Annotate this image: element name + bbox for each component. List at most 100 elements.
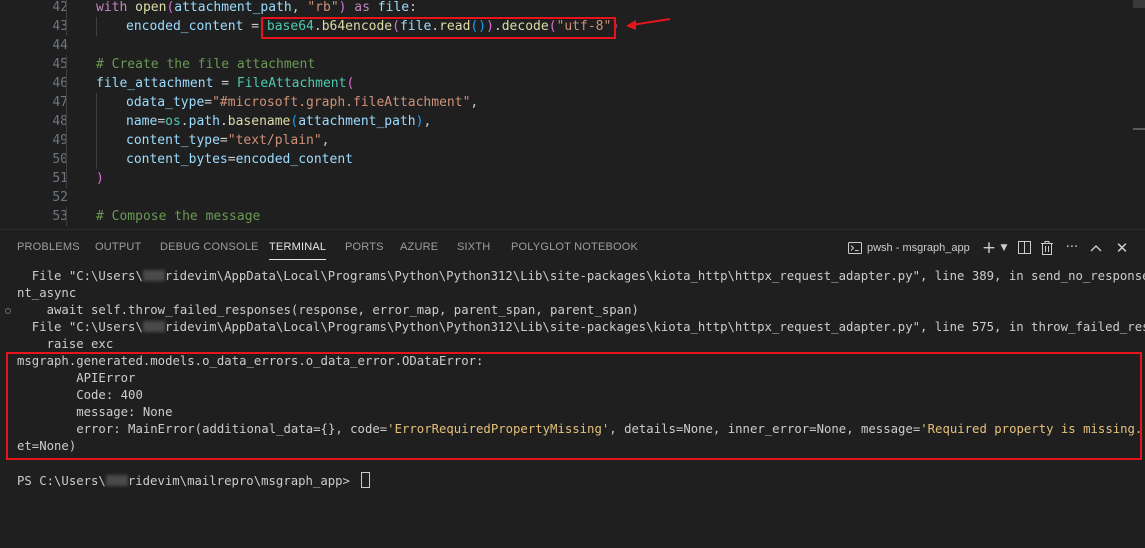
code-token: open [135, 0, 167, 15]
terminal-text: nt_async [17, 286, 77, 300]
code-text: odata_type="#microsoft.graph.fileAttachm… [126, 93, 478, 112]
indent-guide [96, 93, 97, 112]
indent-guide [66, 55, 67, 74]
code-token: = [157, 114, 166, 129]
indent-guide [66, 131, 67, 150]
code-line[interactable]: 46 file_attachment = FileAttachment( [0, 74, 1133, 93]
code-token: encoded_content [126, 19, 244, 34]
indent-guide [66, 93, 67, 112]
indent-guide [96, 131, 97, 150]
code-token: attachment_path [174, 0, 292, 15]
code-token: = [227, 152, 236, 167]
more-actions-button[interactable]: ··· [1063, 239, 1081, 257]
indent-guide [66, 0, 67, 17]
code-token: path [188, 114, 220, 129]
tab-polyglot-notebook[interactable]: POLYGLOT NOTEBOOK [511, 241, 638, 261]
tab-azure[interactable]: AZURE [400, 241, 438, 261]
indent-guide [66, 150, 67, 169]
terminal-name-label: pwsh - msgraph_app [867, 242, 970, 254]
terminal-line: File "C:\Users\ ridevim\AppData\Local\Pro… [17, 319, 1145, 336]
code-line[interactable]: 47 odata_type="#microsoft.graph.fileAttac… [0, 93, 1133, 112]
line-number: 43 [52, 19, 68, 34]
tab-output[interactable]: OUTPUT [95, 241, 141, 261]
close-icon: ✕ [1115, 239, 1129, 257]
code-line[interactable]: 42 with open(attachment_path, "rb") as fi… [0, 0, 1133, 17]
tab-ports[interactable]: PORTS [345, 241, 384, 261]
code-token: , [470, 95, 479, 110]
code-text: file_attachment = FileAttachment( [96, 74, 354, 93]
terminal-text: File "C:\Users\ [17, 269, 143, 283]
indent-guide [66, 74, 67, 93]
code-token: name [126, 114, 158, 129]
terminal-text: await self.throw_failed_responses(respon… [17, 303, 639, 317]
terminal-line: File "C:\Users\ ridevim\AppData\Local\Pro… [17, 268, 1145, 285]
code-line[interactable]: 52 [0, 188, 1133, 207]
code-line[interactable]: 53 # Compose the message [0, 207, 1133, 226]
command-decoration-icon[interactable] [5, 308, 11, 314]
terminal-text: ridevim\AppData\Local\Programs\Python\Py… [164, 320, 1145, 334]
code-text: # Create the file attachment [96, 55, 315, 74]
tab-sixth[interactable]: SIXTH [457, 241, 490, 261]
red-arrow-icon [626, 18, 671, 30]
chevron-up-icon [1090, 245, 1102, 252]
tab-problems[interactable]: PROBLEMS [17, 241, 80, 261]
code-text: content_bytes=encoded_content [126, 150, 353, 169]
code-token: = [213, 76, 237, 91]
indent-guide [66, 169, 67, 188]
code-token: "rb" [307, 0, 339, 15]
indent-guide [96, 17, 97, 36]
line-number: 49 [52, 133, 68, 148]
code-token: "text/plain" [227, 133, 322, 148]
code-token: . [180, 114, 189, 129]
code-line[interactable]: 48 name=os.path.basename(attachment_path)… [0, 112, 1133, 131]
redacted-username [142, 270, 165, 281]
code-editor[interactable]: 42 with open ( attachment_path, "rb") as fi… [0, 0, 1145, 229]
code-line[interactable]: 49 content_type="text/plain", [0, 131, 1133, 150]
code-token: os [165, 114, 181, 129]
terminal-text: raise exc [17, 337, 114, 351]
code-token: content_type [126, 133, 220, 148]
code-highlight-box [261, 17, 616, 39]
code-token: as [346, 0, 378, 15]
kill-terminal-button[interactable] [1038, 239, 1056, 257]
panel-tab-bar: PROBLEMS OUTPUT DEBUG CONSOLE TERMINAL PORTS… [0, 230, 1145, 265]
close-panel-button[interactable]: ✕ [1113, 239, 1131, 257]
tab-debug-console[interactable]: DEBUG CONSOLE [160, 241, 259, 261]
terminal-dropdown-button[interactable]: ▼ [995, 239, 1013, 257]
code-text: # Compose the message [96, 207, 260, 226]
code-token: "#microsoft.graph.fileAttachment" [212, 95, 471, 110]
line-number: 42 [52, 0, 68, 15]
code-line[interactable]: 45 # Create the file attachment [0, 55, 1133, 74]
terminal-line: await self.throw_failed_responses(respon… [17, 302, 1142, 319]
terminal-text: ridevim\AppData\Local\Programs\Python\Py… [164, 269, 1145, 283]
line-number: 53 [52, 209, 68, 224]
code-line[interactable]: 50 content_bytes=encoded_content [0, 150, 1133, 169]
code-token: , [321, 133, 330, 148]
code-token: with [96, 0, 136, 15]
code-token: odata_type [126, 95, 205, 110]
line-number: 46 [52, 76, 68, 91]
line-number: 44 [52, 38, 68, 53]
code-token: FileAttachment [236, 76, 347, 91]
code-token: : [409, 0, 417, 15]
error-highlight-box [6, 352, 1142, 460]
code-token: . [219, 114, 228, 129]
plus-icon: + [981, 238, 997, 258]
terminal-text: File "C:\Users\ [17, 320, 143, 334]
split-terminal-button[interactable] [1015, 239, 1033, 257]
code-token: # Compose the message [96, 209, 261, 224]
indent-guide [66, 17, 67, 36]
maximize-panel-button[interactable] [1087, 239, 1105, 257]
editor-scrollbar-thumb[interactable] [1133, 0, 1145, 8]
code-token: file [377, 0, 410, 15]
code-token: ( [346, 76, 355, 91]
code-text: name=os.path.basename(attachment_path), [126, 112, 431, 131]
tab-terminal[interactable]: TERMINAL [269, 241, 327, 261]
indent-guide [96, 112, 97, 131]
terminal-instance[interactable]: pwsh - msgraph_app [848, 240, 970, 256]
code-text: content_type="text/plain", [126, 131, 330, 150]
code-line[interactable]: 51) [0, 169, 1133, 188]
code-token: ) [96, 171, 104, 186]
editor-scrollbar-marker [1133, 128, 1145, 130]
trash-icon [1041, 241, 1053, 255]
